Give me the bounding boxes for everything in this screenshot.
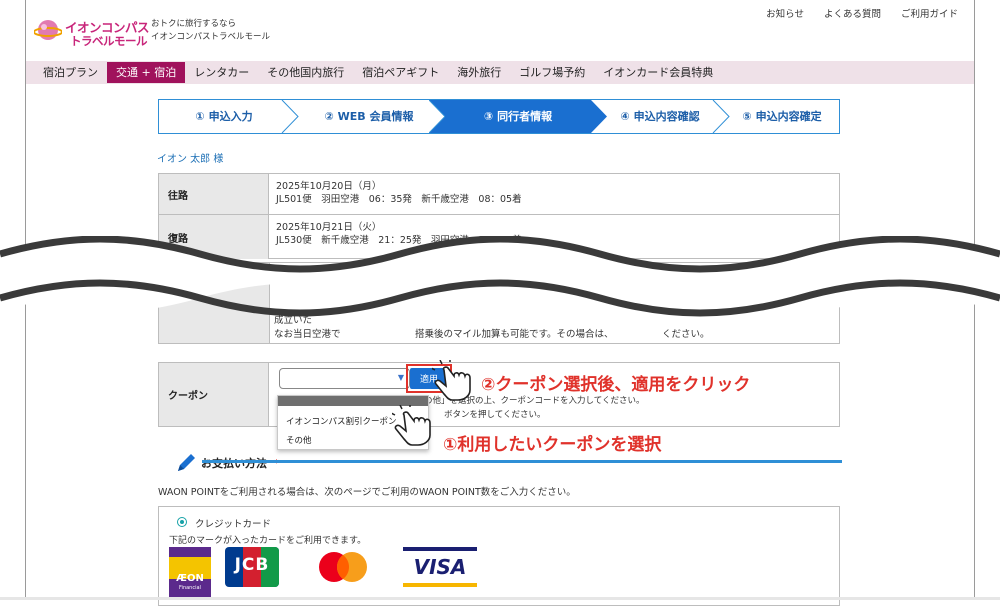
outbound-detail: 2025年10月20日（月） JL501便 羽田空港 06：35発 新千歳空港 …: [276, 180, 522, 206]
main-nav: 宿泊プラン 交通 + 宿泊 レンタカー その他国内旅行 宿泊ペアギフト 海外旅行…: [26, 61, 974, 84]
credit-card-radio[interactable]: [177, 517, 187, 527]
aeon-card-logo: ÆON Financial: [169, 547, 211, 597]
link-guide[interactable]: ご利用ガイド: [901, 6, 958, 20]
visa-card-logo: VISA: [403, 547, 477, 587]
tagline-line1: おトクに旅行するなら: [151, 19, 237, 29]
pencil-icon: [178, 454, 195, 471]
wave-break-overlay: [0, 236, 1000, 317]
notice-line-b: なお当日空港で: [274, 329, 341, 340]
payment-methods-box: クレジットカード 下記のマークが入ったカードをご利用できます。 ÆON Fina…: [158, 506, 840, 606]
nav-item-rental-car[interactable]: レンタカー: [185, 62, 258, 83]
nav-item-pair-gift[interactable]: 宿泊ペアギフト: [353, 62, 448, 83]
jcb-text: JCB: [234, 555, 270, 575]
coupon-option-aeon[interactable]: イオンコンパス割引クーポン: [286, 415, 397, 427]
nav-item-transport-hotel[interactable]: 交通 + 宿泊: [107, 62, 186, 83]
site-logo[interactable]: イオンコンパス トラベルモール: [34, 14, 164, 48]
logo-text-line2: トラベルモール: [70, 34, 148, 48]
credit-card-label: クレジットカード: [195, 519, 272, 530]
nav-item-overseas[interactable]: 海外旅行: [448, 62, 510, 83]
coupon-note-2: ボタンを押してください。: [444, 410, 546, 420]
card-note: 下記のマークが入ったカードをご利用できます。: [169, 536, 367, 546]
payment-divider: [202, 460, 842, 463]
step-5: ⑤ 申込内容確定: [742, 110, 822, 123]
step-2: ② WEB 会員情報: [324, 110, 414, 123]
aeon-card-sub: Financial: [179, 585, 201, 591]
customer-name: イオン 太郎 様: [157, 154, 224, 165]
nav-item-hotel-plan[interactable]: 宿泊プラン: [34, 62, 107, 83]
link-news[interactable]: お知らせ: [766, 6, 804, 20]
progress-steps: ① 申込入力 ② WEB 会員情報 ③ 同行者情報 ④ 申込内容確認 ⑤ 申込内…: [158, 99, 840, 134]
nav-item-golf[interactable]: ゴルフ場予約: [510, 62, 594, 83]
outbound-label: 往路: [159, 174, 269, 214]
notice-line-b-end: 搭乗後のマイル加算も可能です。その場合は、: [415, 329, 614, 340]
aeon-card-text: ÆON: [176, 573, 204, 584]
mastercard-logo: [319, 552, 367, 582]
annotation-step1: ①利用したいクーポンを選択: [443, 435, 662, 455]
payment-title: お支払い方法 *: [175, 452, 279, 474]
notice-line-b-tail: ください。: [662, 329, 710, 340]
waon-note: WAON POINTをご利用される場合は、次のページでご利用のWAON POIN…: [158, 487, 576, 498]
visa-text: VISA: [413, 555, 467, 579]
table-row: 往路 2025年10月20日（月） JL501便 羽田空港 06：35発 新千歳…: [159, 174, 839, 215]
chevron-down-icon: ▼: [397, 373, 404, 382]
outbound-date: 2025年10月20日（月）: [276, 181, 382, 192]
globe-logo-icon: [34, 20, 62, 40]
pointer-hand-icon: [392, 405, 431, 446]
visa-top-band: [403, 547, 477, 551]
pointer-hand-icon: [432, 360, 471, 401]
annotation-step2: ②クーポン選択後、適用をクリック: [481, 375, 751, 395]
link-faq[interactable]: よくある質問: [824, 6, 881, 20]
step-1: ① 申込入力: [195, 110, 253, 123]
top-links: お知らせ よくある質問 ご利用ガイド: [766, 6, 958, 20]
coupon-option-other[interactable]: その他: [286, 434, 312, 446]
nav-item-aeon-card-benefit[interactable]: イオンカード会員特典: [594, 62, 722, 83]
visa-bottom-band: [403, 583, 477, 587]
payment-title-text: お支払い方法: [201, 457, 267, 470]
coupon-label: クーポン: [159, 363, 269, 426]
jcb-card-logo: JCB: [225, 547, 279, 587]
step-4: ④ 申込内容確認: [620, 110, 700, 123]
nav-item-other-domestic[interactable]: その他国内旅行: [258, 62, 353, 83]
site-tagline: おトクに旅行するなら イオンコンパストラベルモール: [151, 18, 270, 44]
return-date: 2025年10月21日（火）: [276, 222, 382, 233]
tagline-line2: イオンコンパストラベルモール: [151, 32, 271, 42]
coupon-select[interactable]: ▼: [279, 368, 410, 389]
outbound-flight: JL501便 羽田空港 06：35発 新千歳空港 08：05着: [276, 194, 522, 205]
step-3: ③ 同行者情報: [483, 110, 553, 123]
